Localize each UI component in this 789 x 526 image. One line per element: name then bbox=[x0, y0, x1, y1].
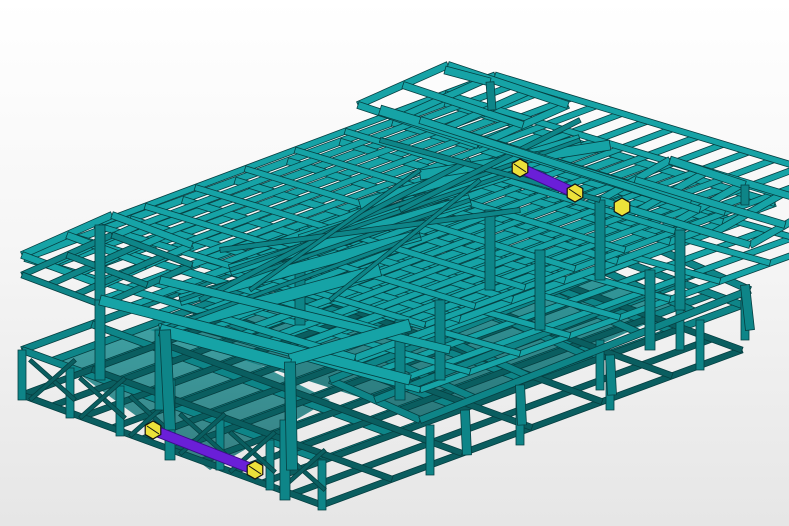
steel-member-215 bbox=[284, 361, 298, 471]
steel-member-186 bbox=[534, 249, 546, 331]
support-right-cap-face bbox=[613, 197, 631, 217]
steel-member-189 bbox=[644, 269, 656, 351]
steel-member-190 bbox=[484, 209, 496, 291]
steel-member-37 bbox=[17, 349, 27, 401]
steel-member-178 bbox=[94, 224, 106, 306]
steel-member-167 bbox=[485, 81, 497, 111]
steel-frame-model[interactable] bbox=[0, 0, 789, 526]
steel-member-64 bbox=[460, 409, 472, 456]
support-right-cap[interactable] bbox=[613, 197, 631, 217]
steel-member-185 bbox=[434, 299, 446, 381]
3d-viewport[interactable] bbox=[0, 0, 789, 526]
steel-members bbox=[17, 61, 789, 511]
steel-member-177 bbox=[740, 184, 750, 206]
steel-member-188 bbox=[674, 229, 686, 311]
steel-member-44 bbox=[425, 424, 435, 476]
steel-member-47 bbox=[695, 319, 705, 371]
steel-member-179 bbox=[94, 299, 106, 381]
steel-member-63 bbox=[515, 384, 527, 426]
steel-member-187 bbox=[594, 199, 606, 281]
steel-member-62 bbox=[605, 354, 617, 396]
